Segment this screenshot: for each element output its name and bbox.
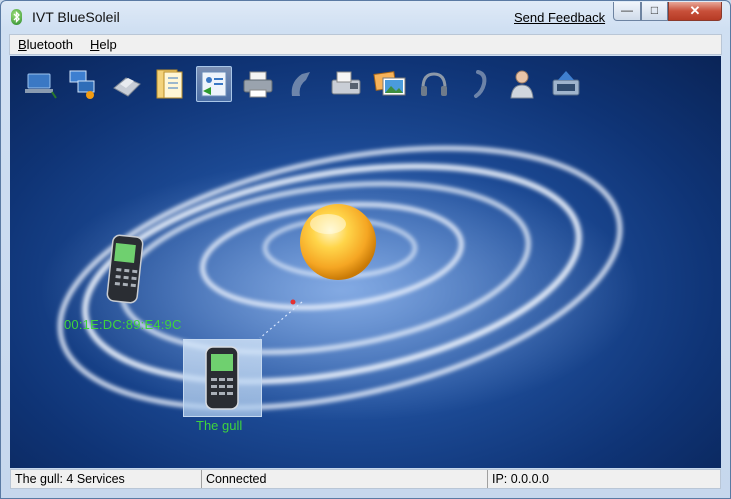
status-device-info: The gull: 4 Services bbox=[11, 470, 202, 488]
status-ip: IP: 0.0.0.0 bbox=[492, 472, 549, 486]
network-share-icon bbox=[69, 70, 95, 99]
printer-service-icon bbox=[113, 77, 141, 97]
device-name-label: The gull bbox=[196, 418, 243, 433]
minimize-icon: — bbox=[621, 3, 633, 17]
contacts-sync-button[interactable] bbox=[196, 66, 232, 102]
status-bar: The gull: 4 Services Connected IP: 0.0.0… bbox=[10, 469, 721, 489]
window-title: IVT BlueSoleil bbox=[32, 9, 120, 25]
headphone-icon bbox=[474, 70, 487, 98]
fax-button[interactable] bbox=[328, 66, 364, 102]
network-icon bbox=[25, 73, 57, 99]
printer-service-button[interactable] bbox=[108, 66, 144, 102]
audio-gateway-button[interactable] bbox=[284, 66, 320, 102]
title-bar[interactable]: IVT BlueSoleil Send Feedback — □ ✕ bbox=[1, 1, 730, 33]
image-transfer-button[interactable] bbox=[372, 66, 408, 102]
close-icon: ✕ bbox=[689, 3, 701, 18]
device-unselected[interactable] bbox=[104, 233, 148, 307]
file-transfer-icon bbox=[156, 69, 183, 99]
file-transfer-button[interactable] bbox=[152, 66, 188, 102]
service-toolbar bbox=[10, 56, 721, 114]
image-transfer-icon bbox=[373, 71, 406, 96]
connection-dot bbox=[290, 299, 296, 305]
fax-icon bbox=[331, 71, 361, 95]
menu-bar: Bluetooth Help bbox=[9, 34, 722, 55]
headset-icon bbox=[421, 72, 447, 96]
status-connection: Connected bbox=[202, 470, 488, 488]
local-device-orb[interactable] bbox=[300, 204, 376, 280]
serial-port-button[interactable] bbox=[548, 66, 584, 102]
mobile-phone-icon bbox=[205, 346, 239, 410]
headphone-button[interactable] bbox=[460, 66, 496, 102]
printer-button[interactable] bbox=[240, 66, 276, 102]
close-button[interactable]: ✕ bbox=[668, 2, 722, 21]
device-address-label: 00:1E:DC:89:E4:9C bbox=[64, 317, 182, 332]
personal-area-button[interactable] bbox=[504, 66, 540, 102]
send-feedback-link[interactable]: Send Feedback bbox=[514, 10, 605, 25]
bluetooth-app-icon bbox=[11, 9, 22, 25]
app-window: IVT BlueSoleil Send Feedback — □ ✕ Bluet… bbox=[0, 0, 731, 499]
audio-gateway-icon bbox=[291, 72, 310, 96]
serial-port-icon bbox=[552, 71, 580, 96]
network-share-button[interactable] bbox=[64, 66, 100, 102]
user-icon bbox=[510, 70, 534, 99]
contacts-sync-icon bbox=[201, 71, 227, 97]
device-selected[interactable] bbox=[183, 339, 262, 417]
device-canvas: 00:1E:DC:89:E4:9C The gull bbox=[10, 56, 721, 468]
maximize-icon: □ bbox=[650, 3, 659, 17]
menu-help[interactable]: Help bbox=[90, 37, 117, 52]
mobile-phone-icon bbox=[106, 234, 144, 304]
headset-button[interactable] bbox=[416, 66, 452, 102]
menu-bluetooth[interactable]: Bluetooth bbox=[18, 37, 73, 52]
printer-icon bbox=[243, 71, 273, 98]
minimize-button[interactable]: — bbox=[613, 2, 641, 21]
maximize-button[interactable]: □ bbox=[641, 2, 668, 21]
network-service-button[interactable] bbox=[22, 66, 58, 102]
